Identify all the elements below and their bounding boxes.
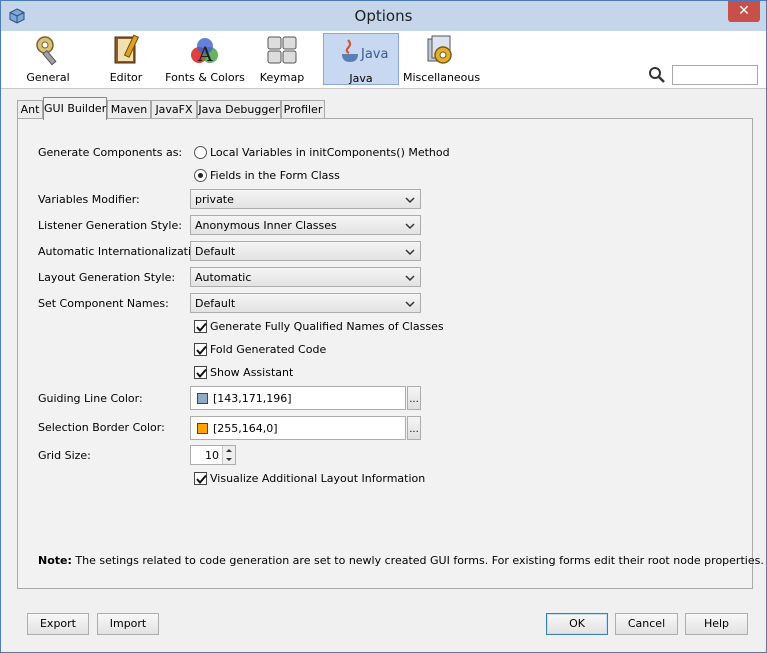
cancel-button[interactable]: Cancel [615,613,678,635]
search-input[interactable] [672,65,758,85]
variables-modifier-label: Variables Modifier: [38,193,140,206]
editor-book-icon [114,34,140,64]
checkmark-icon [196,322,207,333]
component-names-label: Set Component Names: [38,297,169,310]
layout-style-label: Layout Generation Style: [38,271,176,284]
grid-size-value: 10 [205,449,219,462]
category-java[interactable]: Java Java [323,33,399,85]
radio-local-variables-label[interactable]: Local Variables in initComponents() Meth… [210,146,450,159]
tab-ant[interactable]: Ant [17,100,43,119]
selection-border-color-picker-button[interactable]: ... [407,416,421,440]
fold-generated-code-checkbox[interactable] [194,343,207,356]
fully-qualified-names-label[interactable]: Generate Fully Qualified Names of Classe… [210,320,444,333]
generate-components-label: Generate Components as: [38,146,183,159]
guiding-line-color-picker-button[interactable]: ... [407,386,421,410]
component-names-combo[interactable]: Default [190,293,421,313]
category-label: Editor [109,71,143,84]
search-area [649,65,758,85]
grid-size-label: Grid Size: [38,449,91,462]
category-editor[interactable]: Editor [93,33,159,85]
selection-border-color-field[interactable]: [255,164,0] [190,416,406,440]
settings-note: Note: The setings related to code genera… [38,554,764,567]
help-button[interactable]: Help [685,613,748,635]
radio-fields-in-form-class[interactable] [194,169,207,182]
guiding-line-color-value: [143,171,196] [213,392,292,405]
chevron-down-icon [405,275,415,282]
spinner-up-icon[interactable] [223,446,235,455]
guiding-line-color-field[interactable]: [143,171,196] [190,386,406,410]
options-window: Options ✕ General Editor A Fonts & Color… [0,0,767,653]
category-label: General [26,71,70,84]
tab-maven[interactable]: Maven [107,100,151,119]
category-miscellaneous[interactable]: Miscellaneous [403,33,481,85]
spinner-down-icon[interactable] [223,455,235,464]
close-button[interactable]: ✕ [728,1,760,22]
java-cup-icon: Java [342,39,388,62]
tab-java-debugger[interactable]: Java Debugger [197,100,281,119]
tab-javafx[interactable]: JavaFX [151,100,197,119]
combo-value: Default [195,245,236,258]
chevron-down-icon [405,249,415,256]
category-label: Keymap [259,71,305,84]
checkmark-icon [196,345,207,356]
chevron-down-icon [405,197,415,204]
show-assistant-checkbox[interactable] [194,366,207,379]
title-bar: Options ✕ [1,1,766,31]
listener-style-combo[interactable]: Anonymous Inner Classes [190,215,421,235]
radio-fields-label[interactable]: Fields in the Form Class [210,169,340,182]
combo-value: Automatic [195,271,252,284]
export-button[interactable]: Export [27,613,89,635]
note-text: The setings related to code generation a… [71,554,764,567]
category-toolbar: General Editor A Fonts & Colors Keymap J… [1,31,766,89]
svg-text:A: A [197,42,213,66]
combo-value: Default [195,297,236,310]
svg-text:Java: Java [360,47,388,62]
gear-wrench-icon [36,36,57,66]
show-assistant-label[interactable]: Show Assistant [210,366,293,379]
tab-profiler[interactable]: Profiler [281,100,325,119]
ok-button[interactable]: OK [546,613,608,635]
fonts-colors-icon: A [191,38,218,66]
combo-value: private [195,193,234,206]
selection-border-color-swatch [197,423,208,434]
keyboard-icon [267,36,297,64]
grid-size-spinner[interactable]: 10 [190,445,236,465]
window-title: Options [354,7,413,25]
category-general[interactable]: General [15,33,81,85]
listener-style-label: Listener Generation Style: [38,219,182,232]
checkmark-icon [196,474,207,485]
chevron-down-icon [405,301,415,308]
close-icon: ✕ [738,3,750,19]
category-label: Fonts & Colors [165,71,245,84]
fully-qualified-names-checkbox[interactable] [194,320,207,333]
visualize-layout-checkbox[interactable] [194,472,207,485]
import-button[interactable]: Import [97,613,159,635]
fold-generated-code-label[interactable]: Fold Generated Code [210,343,326,356]
visualize-layout-label[interactable]: Visualize Additional Layout Information [210,472,425,485]
chevron-down-icon [405,223,415,230]
spinner-arrows [222,446,235,464]
guiding-line-color-swatch [197,393,208,404]
layout-style-combo[interactable]: Automatic [190,267,421,287]
selection-border-color-label: Selection Border Color: [38,421,165,434]
gui-builder-panel: Generate Components as: Local Variables … [17,118,764,589]
combo-value: Anonymous Inner Classes [195,219,337,232]
category-label: Java [349,72,373,85]
category-label: Miscellaneous [403,71,481,84]
tab-gui-builder[interactable]: GUI Builder [43,97,107,120]
auto-i18n-combo[interactable]: Default [190,241,421,261]
search-icon [649,67,665,83]
note-prefix: Note: [38,554,72,567]
category-keymap[interactable]: Keymap [251,33,313,85]
radio-local-variables[interactable] [194,146,207,159]
guiding-line-color-label: Guiding Line Color: [38,392,143,405]
misc-gear-icon [427,35,452,64]
variables-modifier-combo[interactable]: private [190,189,421,209]
category-fonts-colors[interactable]: A Fonts & Colors [165,33,245,85]
checkmark-icon [196,368,207,379]
selection-border-color-value: [255,164,0] [213,422,278,435]
auto-i18n-label: Automatic Internationalization: [38,245,209,258]
